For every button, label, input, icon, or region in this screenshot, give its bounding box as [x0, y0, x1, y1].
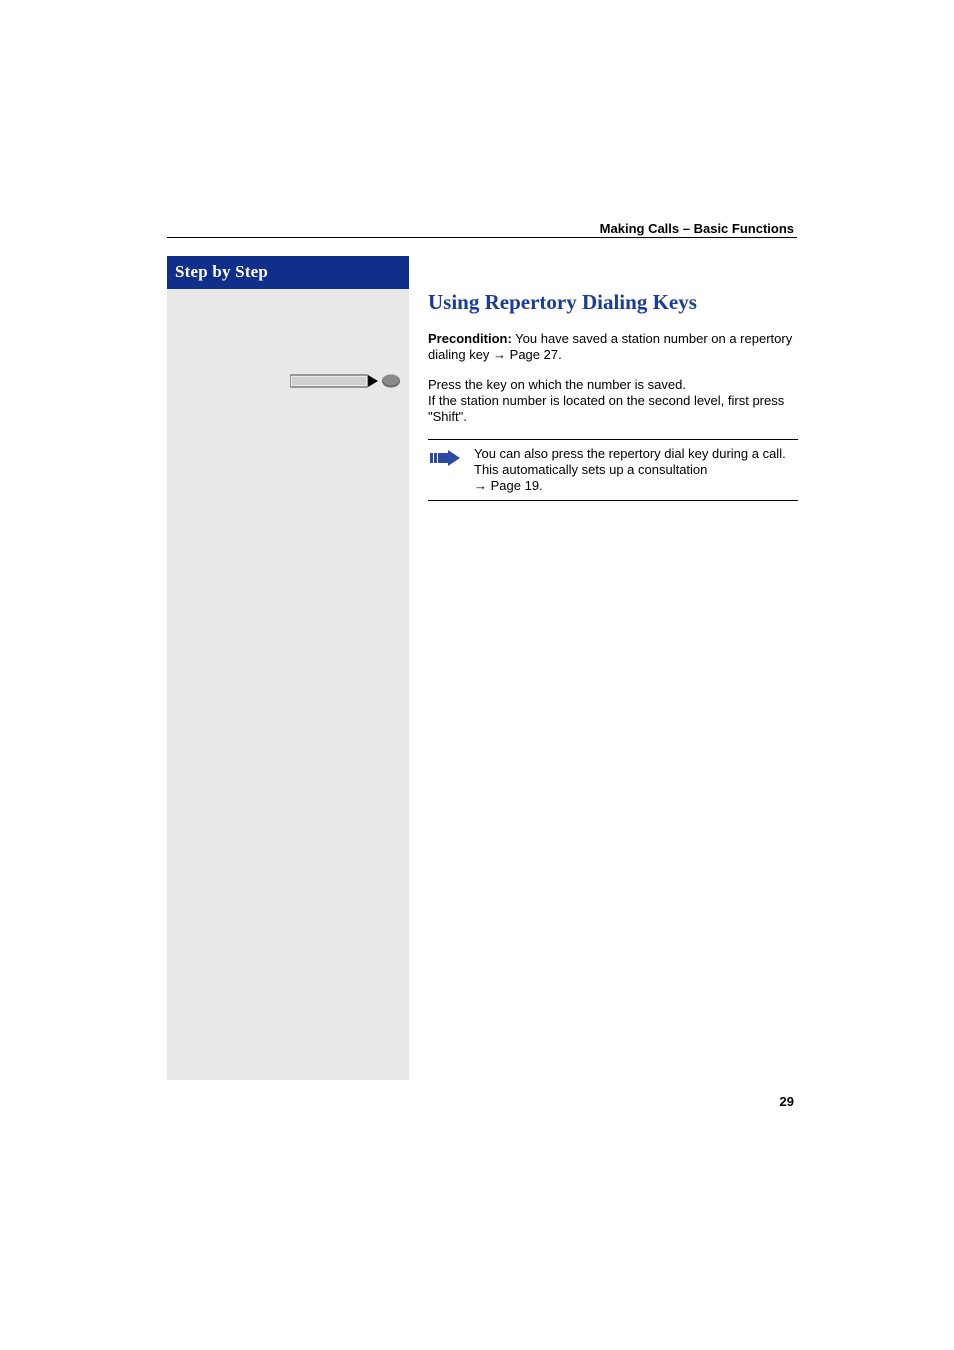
page-number: 29	[780, 1094, 794, 1109]
header-rule	[167, 237, 797, 238]
precondition-paragraph: Precondition: You have saved a station n…	[428, 331, 798, 363]
note-icon-cell	[428, 446, 474, 494]
press-paragraph: Press the key on which the number is sav…	[428, 377, 798, 425]
note-text: You can also press the repertory dial ke…	[474, 446, 786, 477]
note-ref: Page 19.	[487, 478, 543, 493]
content-area: Using Repertory Dialing Keys Preconditio…	[428, 290, 798, 501]
sidebar-title: Step by Step	[167, 256, 409, 289]
note-box: You can also press the repertory dial ke…	[428, 439, 798, 501]
section-title: Using Repertory Dialing Keys	[428, 290, 798, 315]
arrow-icon: →	[493, 347, 506, 362]
note-text-wrapper: You can also press the repertory dial ke…	[474, 446, 798, 494]
header-breadcrumb: Making Calls – Basic Functions	[600, 221, 794, 236]
press-line-1: Press the key on which the number is sav…	[428, 377, 686, 392]
press-line-2: If the station number is located on the …	[428, 393, 784, 424]
note-arrow-icon	[430, 448, 466, 468]
arrow-icon: →	[474, 478, 487, 493]
precondition-ref: Page 27.	[506, 347, 562, 362]
page: Making Calls – Basic Functions Step by S…	[0, 0, 954, 1350]
precondition-label: Precondition:	[428, 331, 512, 346]
repertory-key-icon	[290, 372, 400, 397]
